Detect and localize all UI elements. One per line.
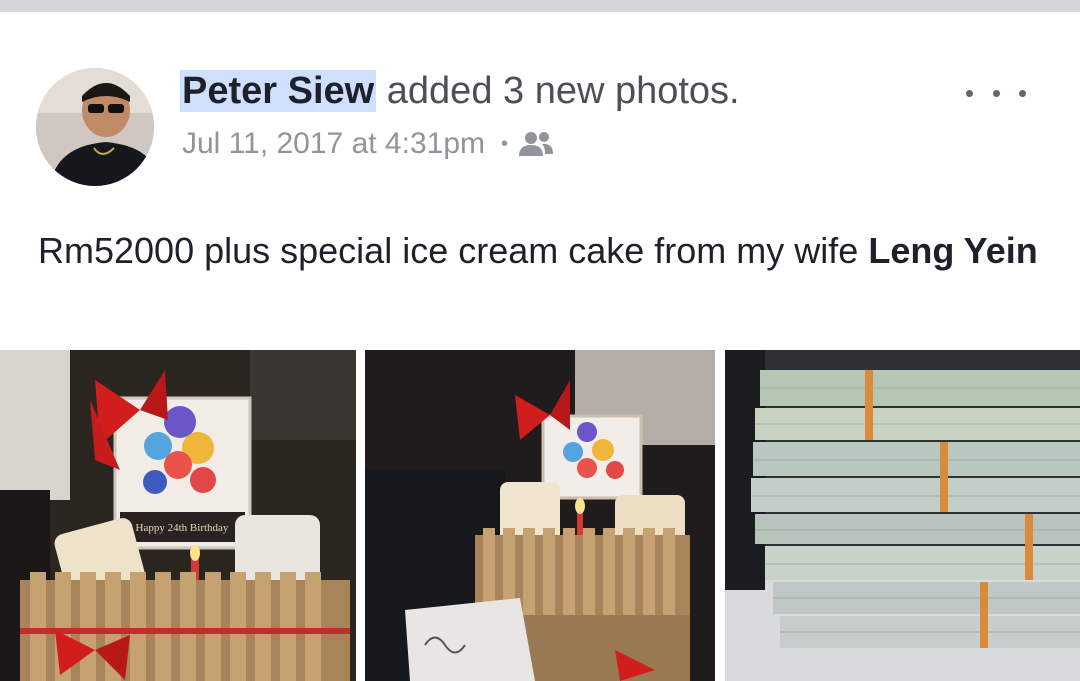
photo-gift-box-side[interactable]: [365, 350, 715, 681]
author-avatar[interactable]: [36, 68, 154, 186]
post-meta: Jul 11, 2017 at 4:31pm •: [182, 124, 554, 164]
feed-divider: [0, 0, 1080, 12]
post-action-text: added 3 new photos.: [386, 70, 740, 112]
photo-grid: Happy 24th Birthday: [0, 350, 1080, 681]
post-text-content: Rm52000 plus special ice cream cake from…: [38, 230, 859, 271]
more-options-icon[interactable]: [966, 78, 1026, 108]
photo-cash-stack[interactable]: [725, 350, 1080, 681]
photo-gift-box-front[interactable]: Happy 24th Birthday: [0, 350, 356, 681]
post-header: Peter Siew added 3 new photos.: [180, 68, 740, 114]
friends-icon[interactable]: [518, 130, 554, 158]
meta-separator: •: [501, 133, 509, 155]
author-name-link[interactable]: Peter Siew: [180, 70, 377, 112]
card-text: Happy 24th Birthday: [136, 522, 229, 534]
post-timestamp[interactable]: Jul 11, 2017 at 4:31pm: [182, 124, 485, 164]
tagged-user-link[interactable]: Leng Yein: [868, 230, 1037, 271]
post-text: Rm52000 plus special ice cream cake from…: [38, 226, 1048, 276]
